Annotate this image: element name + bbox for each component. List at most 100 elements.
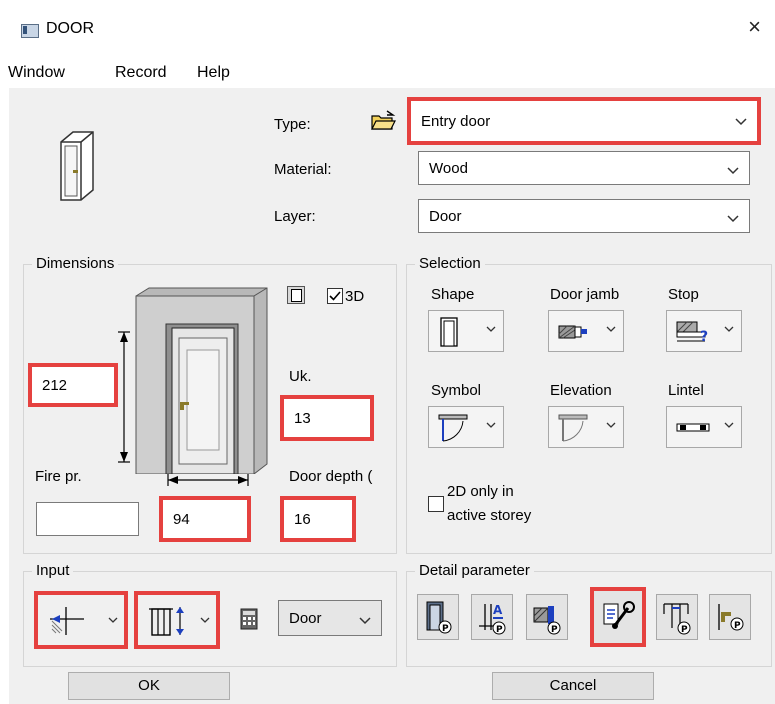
door-preview-icon xyxy=(60,131,94,201)
chevron-down-icon xyxy=(200,617,210,623)
input-reference-icon xyxy=(149,607,184,636)
threed-checkbox[interactable] xyxy=(327,288,343,304)
open-folder-icon[interactable] xyxy=(370,110,396,132)
menu-window[interactable]: Window xyxy=(8,64,65,82)
detail-label-button[interactable]: A P xyxy=(471,594,513,640)
door-param-icon: P xyxy=(426,601,452,634)
door-stop-icon: ? xyxy=(676,321,708,345)
jamb-dropdown[interactable] xyxy=(548,310,624,352)
chevron-down-icon xyxy=(486,422,496,428)
width-dimension-line xyxy=(167,474,249,486)
chevron-down-icon xyxy=(727,215,739,223)
jamb-label: Door jamb xyxy=(550,286,620,303)
door-dialog: DOOR × Window Record Help Type: Entry do… xyxy=(0,0,775,704)
jamb-param-icon: P xyxy=(533,606,561,635)
shape-dropdown[interactable] xyxy=(428,310,504,352)
menu-record[interactable]: Record xyxy=(115,64,167,82)
uk-input[interactable]: 13 xyxy=(280,395,374,441)
depth-input[interactable]: 16 xyxy=(280,496,356,542)
lintel-icon xyxy=(676,423,710,432)
wrench-settings-icon xyxy=(603,601,635,629)
layer-select[interactable]: Door xyxy=(418,199,750,233)
menu-bar: Window Record Help xyxy=(0,60,775,86)
height-input[interactable]: 212 xyxy=(28,363,118,407)
width-input[interactable]: 94 xyxy=(159,496,251,542)
view-toggle-button[interactable] xyxy=(287,286,305,304)
close-icon[interactable]: × xyxy=(748,16,761,38)
label-param-icon: A P xyxy=(479,603,506,635)
window-title: DOOR xyxy=(46,20,94,37)
height-value: 212 xyxy=(42,377,68,394)
chevron-down-icon xyxy=(735,118,747,126)
menu-help[interactable]: Help xyxy=(197,64,230,82)
material-select[interactable]: Wood xyxy=(418,151,750,185)
elevation-label: Elevation xyxy=(550,382,612,399)
door-shape-icon xyxy=(440,317,458,347)
chevron-down-icon xyxy=(486,326,496,332)
chevron-down-icon xyxy=(724,422,734,428)
detail-opening-button[interactable]: P xyxy=(656,594,698,640)
input-mode-select[interactable]: Door xyxy=(278,600,382,636)
lintel-label: Lintel xyxy=(668,382,704,399)
door-symbol-icon xyxy=(438,414,468,442)
input-direction-dropdown[interactable] xyxy=(34,591,128,649)
chevron-down-icon xyxy=(606,422,616,428)
svg-text:P: P xyxy=(496,625,503,635)
symbol-label: Symbol xyxy=(431,382,482,399)
svg-text:A: A xyxy=(493,603,503,617)
only-2d-checkbox[interactable] xyxy=(428,496,444,512)
type-label: Type: xyxy=(274,116,311,133)
door-elevation-icon xyxy=(558,414,588,442)
door-jamb-icon xyxy=(558,325,587,339)
type-select-value: Entry door xyxy=(421,113,491,130)
title-bar: DOOR × xyxy=(0,0,775,52)
app-icon xyxy=(21,24,39,38)
chevron-down-icon xyxy=(108,617,118,623)
chevron-down-icon xyxy=(727,167,739,175)
checkmark-icon xyxy=(329,291,341,301)
material-label: Material: xyxy=(274,161,332,178)
chevron-down-icon xyxy=(606,326,616,332)
input-reference-dropdown[interactable] xyxy=(134,591,220,649)
cancel-button[interactable]: Cancel xyxy=(492,672,654,700)
only-2d-label-line1: 2D only in xyxy=(447,483,514,500)
type-select[interactable]: Entry door xyxy=(407,97,761,145)
chevron-down-icon xyxy=(724,326,734,332)
input-mode-value: Door xyxy=(289,610,322,627)
stop-dropdown[interactable]: ? xyxy=(666,310,742,352)
svg-text:P: P xyxy=(442,624,449,634)
dimensions-title: Dimensions xyxy=(32,255,119,272)
handle-param-icon: P xyxy=(718,604,744,631)
calculator-icon[interactable] xyxy=(240,608,258,630)
elevation-dropdown[interactable] xyxy=(548,406,624,448)
symbol-dropdown[interactable] xyxy=(428,406,504,448)
selection-title: Selection xyxy=(415,255,485,272)
layer-select-value: Door xyxy=(429,208,462,225)
door-dimension-diagram xyxy=(118,287,268,474)
detail-settings-button[interactable] xyxy=(590,587,646,647)
input-direction-icon xyxy=(50,607,84,635)
only-2d-label-line2: active storey xyxy=(447,507,532,524)
material-select-value: Wood xyxy=(429,160,468,177)
input-title: Input xyxy=(32,562,74,579)
shape-label: Shape xyxy=(431,286,475,303)
svg-text:P: P xyxy=(551,625,558,635)
width-value: 94 xyxy=(173,511,190,528)
uk-label: Uk. xyxy=(289,368,312,385)
lintel-dropdown[interactable] xyxy=(666,406,742,448)
detail-handle-button[interactable]: P xyxy=(709,594,751,640)
ok-button[interactable]: OK xyxy=(68,672,230,700)
svg-text:?: ? xyxy=(700,329,708,345)
depth-label: Door depth ( xyxy=(289,468,373,485)
stop-label: Stop xyxy=(668,286,699,303)
fire-input[interactable] xyxy=(36,502,139,536)
detail-parameter-title: Detail parameter xyxy=(415,562,534,579)
detail-door-button[interactable]: P xyxy=(417,594,459,640)
fire-label: Fire pr. xyxy=(35,468,82,485)
svg-text:P: P xyxy=(734,621,741,631)
svg-text:P: P xyxy=(681,625,688,635)
uk-value: 13 xyxy=(294,410,311,427)
threed-label: 3D xyxy=(345,288,365,305)
detail-jamb-button[interactable]: P xyxy=(526,594,568,640)
chevron-down-icon xyxy=(359,617,371,625)
